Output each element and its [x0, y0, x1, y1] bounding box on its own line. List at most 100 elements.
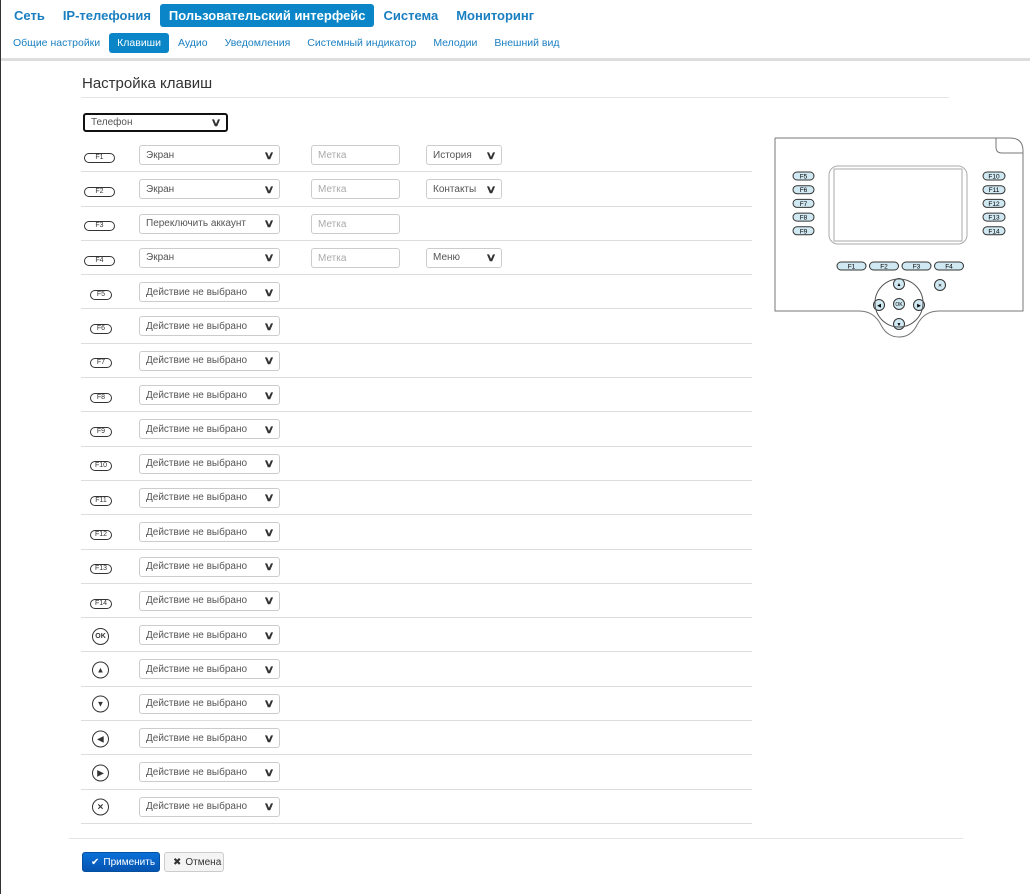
key-f6-icon: F6: [84, 317, 112, 335]
label-input[interactable]: Метка: [311, 145, 400, 165]
svg-text:◀: ◀: [877, 303, 881, 309]
key-row: F8 Действие не выбрано ∨: [81, 378, 752, 413]
key-badge: ◀: [92, 730, 109, 748]
action-select[interactable]: Действие не выбрано ∨: [139, 693, 280, 714]
tab-sub-1[interactable]: Клавиши: [109, 33, 169, 53]
tab-top-4[interactable]: Мониторинг: [447, 4, 543, 27]
screen-select[interactable]: Меню ∨: [426, 247, 502, 268]
divider: [81, 97, 949, 98]
screen-select[interactable]: История ∨: [426, 145, 502, 165]
svg-text:F8: F8: [800, 215, 808, 222]
tab-top-3[interactable]: Система: [374, 4, 447, 27]
chevron-down-icon: ∨: [263, 629, 275, 642]
key-badge: ▼: [92, 695, 109, 713]
phone-key-f8: F8: [792, 212, 815, 222]
action-select-value: Действие не выбрано: [146, 663, 248, 675]
action-select[interactable]: Экран ∨: [139, 247, 280, 268]
phone-key-f9: F9: [792, 226, 815, 236]
svg-text:F10: F10: [988, 174, 1000, 181]
action-select-value: Действие не выбрано: [146, 355, 248, 367]
action-select[interactable]: Действие не выбрано ∨: [139, 762, 280, 783]
key-row: ✕ Действие не выбрано ∨: [81, 790, 752, 824]
tab-sub-2[interactable]: Аудио: [170, 33, 216, 53]
key-badge: F2: [84, 186, 115, 197]
key-row: F3 Переключить аккаунт ∨ Метка: [81, 207, 752, 241]
apply-button[interactable]: ✔ Применить: [82, 852, 160, 872]
key-badge: F7: [90, 358, 112, 369]
svg-text:▲: ▲: [897, 282, 902, 288]
chevron-down-icon: ∨: [263, 218, 275, 231]
phone-key-f5: F5: [792, 171, 815, 181]
chevron-down-icon: ∨: [263, 561, 275, 574]
action-select[interactable]: Действие не выбрано ∨: [139, 487, 280, 508]
key-f9-icon: F9: [84, 420, 112, 438]
tab-sub-4[interactable]: Системный индикатор: [299, 33, 424, 53]
phone-key-f6: F6: [792, 185, 815, 195]
tab-top-2[interactable]: Пользовательский интерфейс: [159, 4, 375, 27]
label-input[interactable]: Метка: [311, 179, 400, 200]
key-badge: ✕: [92, 798, 109, 816]
action-select[interactable]: Действие не выбрано ∨: [139, 453, 280, 474]
tab-sub-6[interactable]: Внешний вид: [486, 33, 567, 53]
key-f2-icon: F2: [84, 180, 115, 198]
action-select[interactable]: Переключить аккаунт ∨: [139, 213, 280, 234]
chevron-down-icon: ∨: [263, 492, 275, 505]
close-icon: ✖: [173, 856, 182, 868]
action-select[interactable]: Действие не выбрано ∨: [139, 796, 280, 817]
action-select-value: Действие не выбрано: [146, 526, 248, 538]
action-select[interactable]: Действие не выбрано ∨: [139, 350, 280, 371]
action-select-value: Действие не выбрано: [146, 320, 248, 332]
key-row: F4 Экран ∨ Метка Меню ∨: [81, 241, 752, 276]
key-row: F13 Действие не выбрано ∨: [81, 550, 752, 584]
action-select[interactable]: Действие не выбрано ∨: [139, 522, 280, 543]
cancel-button[interactable]: ✖ Отмена: [164, 852, 224, 872]
action-select[interactable]: Действие не выбрано ∨: [139, 659, 280, 680]
phone-key-f14: F14: [982, 226, 1006, 236]
key-badge: F3: [84, 221, 115, 232]
key-f8-icon: F8: [84, 386, 112, 404]
chevron-down-icon: ∨: [485, 183, 497, 196]
label-input[interactable]: Метка: [311, 213, 400, 234]
svg-text:F13: F13: [988, 215, 1000, 222]
svg-text:✕: ✕: [938, 283, 942, 289]
cancel-label: Отмена: [185, 856, 222, 868]
action-select-value: Действие не выбрано: [146, 561, 248, 573]
tab-sub-0[interactable]: Общие настройки: [5, 33, 108, 53]
chevron-down-icon: ∨: [263, 458, 275, 471]
action-select[interactable]: Действие не выбрано ∨: [139, 385, 280, 406]
action-select-value: Действие не выбрано: [146, 458, 248, 470]
svg-text:F5: F5: [800, 174, 808, 181]
action-select[interactable]: Действие не выбрано ∨: [139, 728, 280, 749]
action-select[interactable]: Действие не выбрано ∨: [139, 625, 280, 646]
action-select[interactable]: Экран ∨: [139, 179, 280, 200]
action-select[interactable]: Действие не выбрано ∨: [139, 282, 280, 303]
action-select-value: Экран: [146, 252, 175, 264]
tab-sub-3[interactable]: Уведомления: [217, 33, 299, 53]
action-select[interactable]: Действие не выбрано ∨: [139, 556, 280, 577]
phone-key-✕: ✕: [934, 279, 946, 291]
action-select[interactable]: Экран ∨: [139, 145, 280, 165]
phone-key-f1: F1: [836, 261, 867, 271]
key-row: F1 Экран ∨ Метка История ∨: [81, 138, 752, 173]
key-▼-icon: ▼: [84, 694, 109, 713]
phone-key-▲: ▲: [893, 278, 905, 290]
key-badge: ▶: [92, 764, 109, 782]
tab-top-0[interactable]: Сеть: [5, 4, 54, 27]
chevron-down-icon: ∨: [263, 320, 275, 333]
chevron-down-icon: ∨: [263, 423, 275, 436]
action-select[interactable]: Действие не выбрано ∨: [139, 590, 280, 611]
apply-label: Применить: [103, 856, 156, 868]
tab-sub-5[interactable]: Мелодии: [425, 33, 485, 53]
screen-select[interactable]: Контакты ∨: [426, 179, 502, 200]
mode-select[interactable]: Телефон ∨: [83, 113, 228, 132]
key-row: F2 Экран ∨ Метка Контакты ∨: [81, 172, 752, 207]
action-select[interactable]: Действие не выбрано ∨: [139, 419, 280, 440]
chevron-down-icon: ∨: [263, 698, 275, 711]
action-select[interactable]: Действие не выбрано ∨: [139, 316, 280, 337]
action-select-value: Действие не выбрано: [146, 629, 248, 641]
tab-top-1[interactable]: IP-телефония: [54, 4, 160, 27]
divider: [1, 58, 1030, 61]
screen-select-value: История: [433, 149, 472, 161]
label-input[interactable]: Метка: [311, 247, 400, 268]
key-badge: F1: [84, 152, 115, 163]
